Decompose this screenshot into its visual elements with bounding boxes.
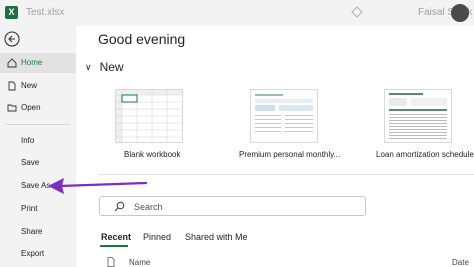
- title-bar: X Test.xlsx Faisal Shaik: [0, 0, 474, 26]
- template-label-blank[interactable]: Blank workbook: [124, 150, 180, 159]
- active-tab-indicator: [100, 245, 128, 247]
- sidebar-item-label: Info: [21, 136, 35, 145]
- spreadsheet-grid-icon: [116, 90, 182, 142]
- sidebar-item-save-as[interactable]: Save As: [0, 176, 76, 196]
- section-divider: [98, 174, 474, 175]
- diamond-icon[interactable]: [351, 6, 363, 18]
- sidebar-item-home[interactable]: Home: [0, 53, 76, 73]
- document-title: Test.xlsx: [26, 7, 65, 18]
- sidebar-item-info[interactable]: Info: [0, 131, 76, 151]
- personal-monthly-budget-thumbnail[interactable]: [250, 89, 318, 143]
- sidebar-divider: [6, 124, 70, 125]
- home-icon: [7, 58, 17, 68]
- new-section-title: New: [99, 60, 124, 74]
- new-file-icon: [8, 81, 16, 91]
- chevron-down-icon: ∨: [85, 62, 92, 72]
- sidebar-item-open[interactable]: Open: [0, 98, 76, 118]
- loan-amortization-thumbnail[interactable]: [384, 89, 452, 143]
- sidebar-item-new[interactable]: New: [0, 76, 76, 96]
- sidebar-item-export[interactable]: Export: [0, 244, 76, 264]
- excel-logo: X: [5, 6, 18, 19]
- template-label-loan-amortization[interactable]: Loan amortization schedule: [376, 150, 474, 159]
- budget-template-preview: [255, 94, 313, 132]
- blank-workbook-thumbnail[interactable]: [115, 89, 183, 143]
- column-header-date[interactable]: Date: [452, 258, 469, 267]
- file-type-icon: [107, 257, 115, 267]
- search-icon: [114, 201, 125, 212]
- search-box[interactable]: [99, 196, 366, 216]
- sidebar-item-label: Home: [21, 58, 43, 67]
- sidebar-item-label: New: [21, 81, 38, 90]
- tab-shared-with-me[interactable]: Shared with Me: [185, 232, 248, 242]
- sidebar-item-label: Save As: [21, 181, 51, 190]
- sidebar-item-label: Print: [21, 204, 38, 213]
- template-label-personal-monthly[interactable]: Premium personal monthly...: [239, 150, 340, 159]
- sidebar-item-share[interactable]: Share: [0, 222, 76, 242]
- sidebar-item-label: Share: [21, 227, 43, 236]
- tab-recent[interactable]: Recent: [101, 232, 131, 242]
- sidebar-item-label: Save: [21, 158, 40, 167]
- sidebar-item-save[interactable]: Save: [0, 153, 76, 173]
- sidebar-item-print[interactable]: Print: [0, 199, 76, 219]
- new-section-header[interactable]: ∨ New: [85, 60, 124, 74]
- tab-pinned[interactable]: Pinned: [143, 232, 171, 242]
- column-header-name[interactable]: Name: [129, 258, 150, 267]
- user-avatar[interactable]: [451, 4, 469, 22]
- back-arrow-icon[interactable]: [4, 31, 20, 47]
- sidebar-item-label: Export: [21, 249, 45, 258]
- sidebar-item-label: Open: [21, 103, 41, 112]
- greeting-heading: Good evening: [98, 31, 186, 47]
- open-folder-icon: [7, 104, 17, 112]
- loan-template-preview: [389, 93, 447, 139]
- search-input[interactable]: [134, 200, 354, 213]
